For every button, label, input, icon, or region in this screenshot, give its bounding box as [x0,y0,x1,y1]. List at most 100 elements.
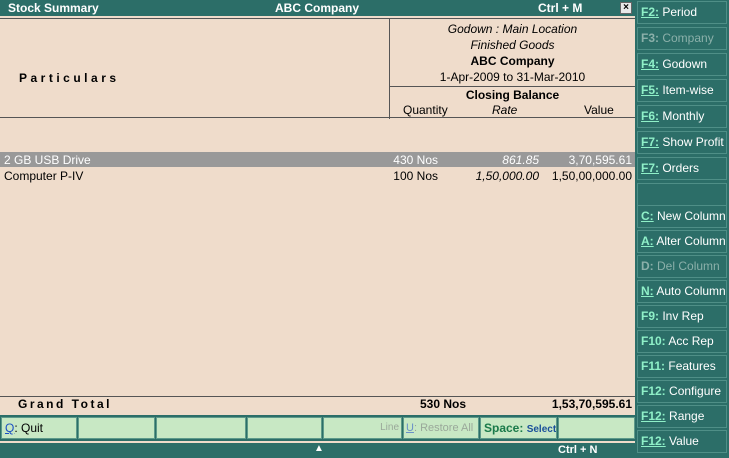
button-key: F7: [641,161,659,175]
particulars-heading: Particulars [19,71,120,85]
button-label: Monthly [662,109,705,123]
item-rate: 1,50,000.00 [475,169,539,183]
button-key: F5: [641,83,659,97]
quantity-column-header: Quantity [403,103,448,117]
features-button[interactable]: F11: Features [637,355,727,378]
button-key: F12: [641,384,666,398]
period-label: 1-Apr-2009 to 31-Mar-2010 [439,70,586,84]
show-profit-button[interactable]: F7: Show Profit [637,131,727,154]
space-key: Space: [484,421,524,435]
button-label: Company [662,31,714,45]
button-label: Del Column [657,259,720,273]
grand-total-row: Grand Total 530 Nos 1,53,70,595.61 [0,397,635,411]
button-label: Orders [662,161,700,175]
table-row[interactable]: 2 GB USB Drive 430 Nos 861.85 3,70,595.6… [0,152,635,167]
quit-label: : Quit [14,421,44,435]
button-key: F2: [641,5,659,19]
monthly-button[interactable]: F6: Monthly [637,105,727,128]
button-label: Inv Rep [662,309,704,323]
rate-column-header: Rate [492,103,518,117]
button-key: F11: [641,359,666,373]
item-value: 1,50,00,000.00 [551,169,632,183]
button-label: Configure [669,384,722,398]
company-label: ABC Company [470,54,555,68]
item-name: Computer P-IV [4,169,84,183]
value-column-header: Value [584,103,614,117]
button-key: F6: [641,109,659,123]
title-bar: Stock Summary ABC Company Ctrl + M × [0,0,635,16]
grand-total-label: Grand Total [18,397,112,411]
company-button: F3: Company [637,27,727,50]
stock-group-label: Finished Goods [470,38,555,52]
ctrl-m-shortcut[interactable]: Ctrl + M [538,1,582,15]
table-row[interactable]: Computer P-IV 100 Nos 1,50,000.00 1,50,0… [0,168,635,183]
button-key: F9: [641,309,659,323]
button-key: F4: [641,57,659,71]
button-label: Alter Column [656,234,726,248]
acc-rep-button[interactable]: F10: Acc Rep [637,330,727,353]
button-key: F7: [641,135,659,149]
ctrl-n-shortcut[interactable]: Ctrl + N [558,444,597,456]
item-rate: 861.85 [502,153,539,167]
item-wise-button[interactable]: F5: Item-wise [637,79,727,102]
empty-button [637,183,727,206]
godown-button[interactable]: F4: Godown [637,53,727,76]
button-label: Acc Rep [668,334,714,348]
item-name: 2 GB USB Drive [4,153,91,167]
range-button[interactable]: F12: Range [637,405,727,428]
button-key: D: [641,259,654,273]
configure-button[interactable]: F12: Configure [637,380,727,403]
stock-summary-report: Stock Summary ABC Company Ctrl + M × Par… [0,0,635,458]
period-button[interactable]: F2: Period [637,1,727,24]
button-label: Auto Column [656,284,726,298]
quit-key: Q [5,421,15,435]
del-column-button: D: Del Column [637,255,727,278]
godown-label: Godown : Main Location [447,22,578,36]
button-key: F3: [641,31,659,45]
button-label: Item-wise [662,83,714,97]
item-value: 3,70,595.61 [568,153,632,167]
button-key: A: [641,234,654,248]
quit-button[interactable]: Q: Quit [1,417,77,439]
empty-button [558,417,635,439]
line-button[interactable]: Line [323,417,402,439]
grand-total-quantity: 530 Nos [419,397,466,411]
bottom-button-bar: Q: Quit Line U: Restore All Space: Selec… [0,415,635,441]
space-select-button[interactable]: Space: Select [480,417,557,439]
restore-label: : Restore All [413,422,474,434]
select-label: Select [526,424,557,435]
auto-column-button[interactable]: N: Auto Column [637,280,727,303]
button-label: Godown [662,57,708,71]
button-label: Period [662,5,698,19]
button-label: Value [669,434,699,448]
restore-all-button[interactable]: U: Restore All [403,417,479,439]
button-key: F12: [641,434,666,448]
button-key: F10: [641,334,666,348]
button-sidebar: F2: Period F3: Company F4: Godown F5: It… [635,0,729,458]
report-header: Particulars Godown : Main Location Finis… [0,18,635,119]
inv-rep-button[interactable]: F9: Inv Rep [637,305,727,328]
orders-button[interactable]: F7: Orders [637,157,727,180]
button-label: Features [668,359,716,373]
company-title: ABC Company [275,1,360,15]
button-key: N: [641,284,654,298]
item-quantity: 100 Nos [393,169,438,183]
value-button[interactable]: F12: Value [637,430,727,453]
report-title: Stock Summary [8,1,99,15]
item-quantity: 430 Nos [393,153,438,167]
divider [390,86,635,87]
scroll-up-icon[interactable]: ▲ [314,443,324,454]
close-icon[interactable]: × [620,2,632,14]
empty-button [156,417,246,439]
button-label: Show Profit [662,135,724,149]
alter-column-button[interactable]: A: Alter Column [637,230,727,253]
empty-button [247,417,322,439]
button-key: F12: [641,409,666,423]
grand-total-value: 1,53,70,595.61 [551,397,632,411]
status-bar: ▲ Ctrl + N [0,443,635,458]
button-label: Range [669,409,705,423]
button-label: New Column [657,209,726,223]
new-column-button[interactable]: C: New Column [637,205,727,228]
line-label: Line [380,422,399,433]
restore-key: U [406,422,414,434]
